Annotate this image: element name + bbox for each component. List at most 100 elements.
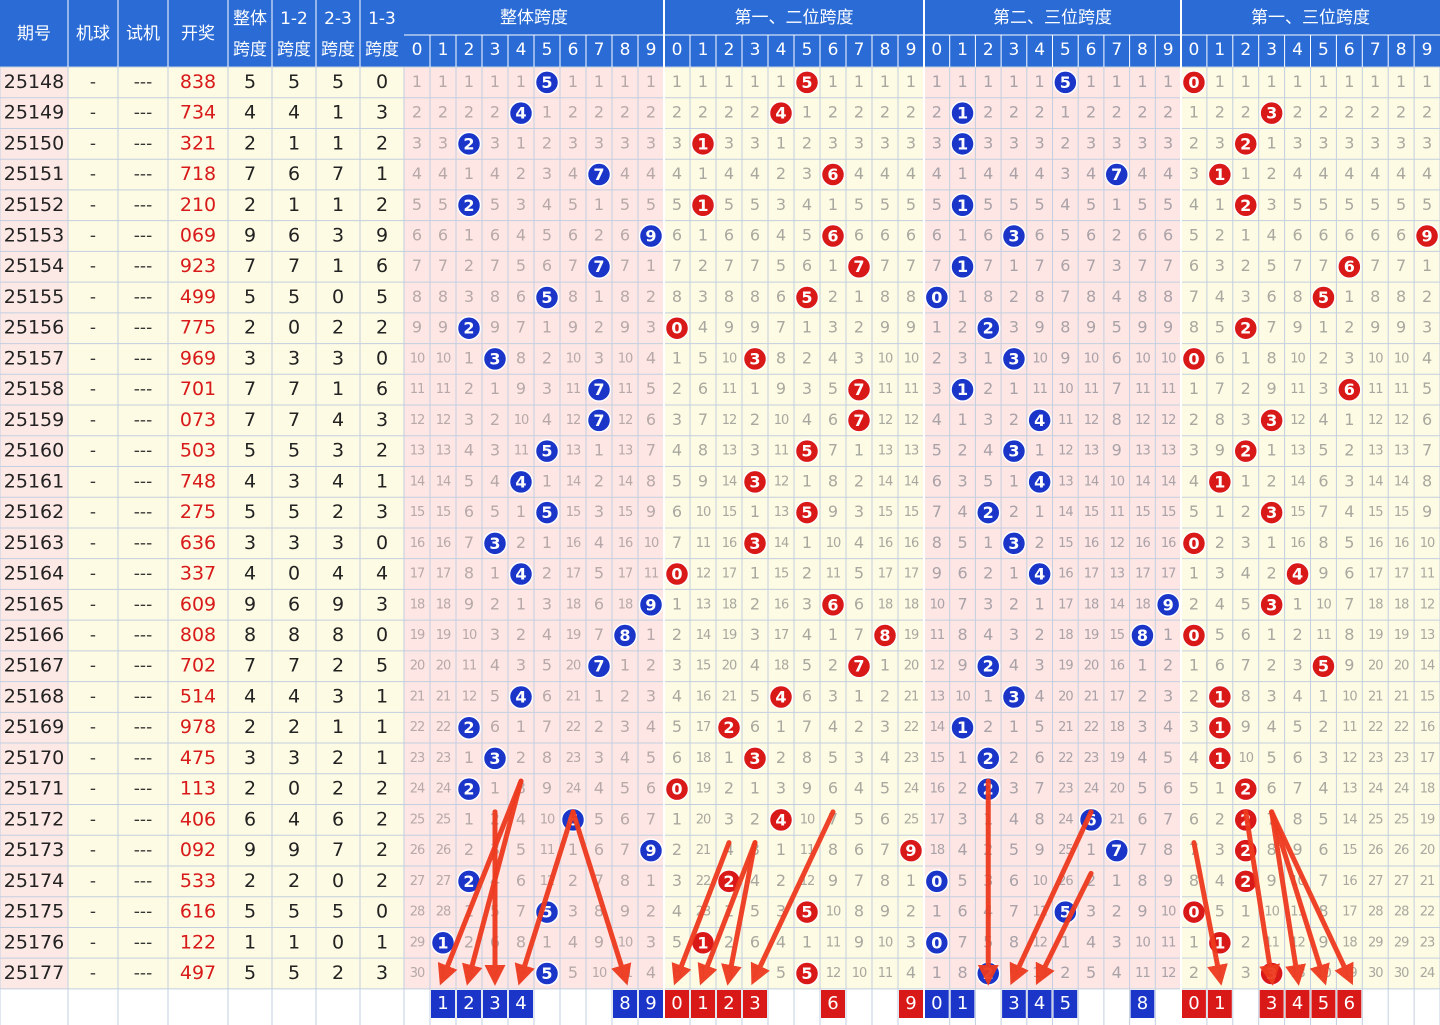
omission-value: 4	[1396, 164, 1406, 183]
omission-value: 5	[880, 195, 890, 214]
hit-ball-label: 2	[463, 718, 474, 737]
hit-ball-label: 5	[801, 964, 812, 983]
omission-value: 16	[1394, 536, 1409, 551]
span-value-cell: 5	[244, 71, 256, 93]
omission-value: 2	[932, 348, 942, 367]
omission-value: 18	[1394, 597, 1409, 612]
hit-ball-label: 1	[1214, 472, 1225, 491]
hit-ball-label: 7	[1111, 841, 1122, 860]
omission-value: 3	[672, 133, 682, 152]
s12-value-cell: 5	[288, 962, 300, 984]
span-all-header-line1: 整体	[233, 9, 267, 29]
omission-value: 28	[1368, 905, 1383, 920]
omission-value: 12	[1394, 413, 1409, 428]
draw-cell: 275	[180, 501, 216, 523]
omission-value: 25	[904, 812, 919, 827]
omission-value: 24	[904, 782, 919, 797]
s13-value-cell: 2	[376, 808, 388, 830]
omission-value: 2	[854, 103, 864, 122]
s13-value-cell: 1	[376, 163, 388, 185]
omission-value: 12	[1109, 536, 1124, 551]
omission-value: 14	[1290, 474, 1305, 489]
omission-value: 1	[1189, 379, 1199, 398]
omission-value: 17	[722, 567, 737, 582]
omission-value: 2	[750, 809, 760, 828]
hit-ball-label: 1	[697, 196, 708, 215]
omission-value: 9	[438, 318, 448, 337]
omission-value: 2	[698, 256, 708, 275]
omission-value: 3	[490, 133, 500, 152]
test-cell: ---	[134, 718, 152, 738]
omission-value: 3	[1112, 932, 1122, 951]
omission-value: 14	[618, 474, 633, 489]
omission-value: 10	[904, 351, 919, 366]
group-13-title: 第一、三位跨度	[1251, 8, 1370, 28]
omission-value: 8	[880, 287, 890, 306]
s12-value-cell: 7	[288, 255, 300, 277]
hit-ball-label: 6	[827, 227, 838, 246]
omission-value: 7	[776, 318, 786, 337]
s12-value-cell: 3	[288, 747, 300, 769]
hit-ball-label: 7	[853, 257, 864, 276]
omission-value: 3	[490, 441, 500, 460]
digit-header-6: 6	[1344, 40, 1355, 60]
omission-value: 4	[464, 441, 474, 460]
omission-value: 4	[542, 625, 552, 644]
s13-value-cell: 1	[376, 747, 388, 769]
omission-value: 2	[1189, 686, 1199, 705]
omission-value: 23	[1368, 751, 1383, 766]
machine-header: 机球	[76, 24, 110, 44]
omission-value: 7	[672, 533, 682, 552]
omission-value: 17	[1420, 751, 1435, 766]
omission-value: 4	[1086, 932, 1096, 951]
omission-value: 1	[802, 932, 812, 951]
omission-value: 5	[1215, 318, 1225, 337]
omission-value: 1	[983, 72, 993, 91]
omission-value: 1	[1009, 564, 1019, 583]
omission-value: 6	[1215, 656, 1225, 675]
omission-value: 17	[1342, 905, 1357, 920]
omission-value: 5	[1241, 594, 1251, 613]
omission-value: 10	[774, 413, 789, 428]
hit-ball-label: 0	[1188, 349, 1199, 368]
omission-value: 2	[412, 103, 422, 122]
omission-value: 1	[1189, 932, 1199, 951]
s23-value-cell: 0	[332, 870, 344, 892]
omission-value: 2	[1009, 502, 1019, 521]
issue-cell: 25177	[4, 962, 64, 984]
omission-value: 1	[1035, 441, 1045, 460]
omission-value: 14	[1342, 812, 1357, 827]
omission-value: 1	[1267, 533, 1277, 552]
omission-value: 23	[410, 751, 425, 766]
omission-value: 8	[1112, 410, 1122, 429]
omission-value: 2	[516, 164, 526, 183]
omission-value: 10	[852, 966, 867, 981]
omission-value: 16	[904, 536, 919, 551]
omission-value: 1	[1035, 72, 1045, 91]
s13-value-cell: 6	[376, 255, 388, 277]
omission-value: 13	[410, 444, 425, 459]
hit-ball-label: 2	[983, 319, 994, 338]
omission-value: 5	[1292, 195, 1302, 214]
omission-value: 23	[904, 751, 919, 766]
span-value-cell: 7	[244, 255, 256, 277]
omission-value: 27	[1394, 874, 1409, 889]
omission-value: 4	[620, 164, 630, 183]
omission-value: 18	[1368, 597, 1383, 612]
s12-value-cell: 0	[288, 563, 300, 585]
hit-ball-label: 2	[1240, 134, 1251, 153]
omission-value: 7	[412, 256, 422, 275]
draw-cell: 734	[180, 102, 216, 124]
omission-value: 29	[410, 935, 425, 950]
omission-value: 17	[410, 567, 425, 582]
omission-value: 5	[1215, 902, 1225, 921]
omission-value: 7	[698, 410, 708, 429]
omission-value: 5	[672, 471, 682, 490]
omission-value: 3	[1422, 318, 1432, 337]
omission-value: 1	[620, 72, 630, 91]
omission-value: 1	[1318, 72, 1328, 91]
omission-value: 1	[646, 72, 656, 91]
omission-value: 1	[1344, 72, 1354, 91]
omission-value: 17	[566, 567, 581, 582]
omission-value: 9	[1060, 348, 1070, 367]
